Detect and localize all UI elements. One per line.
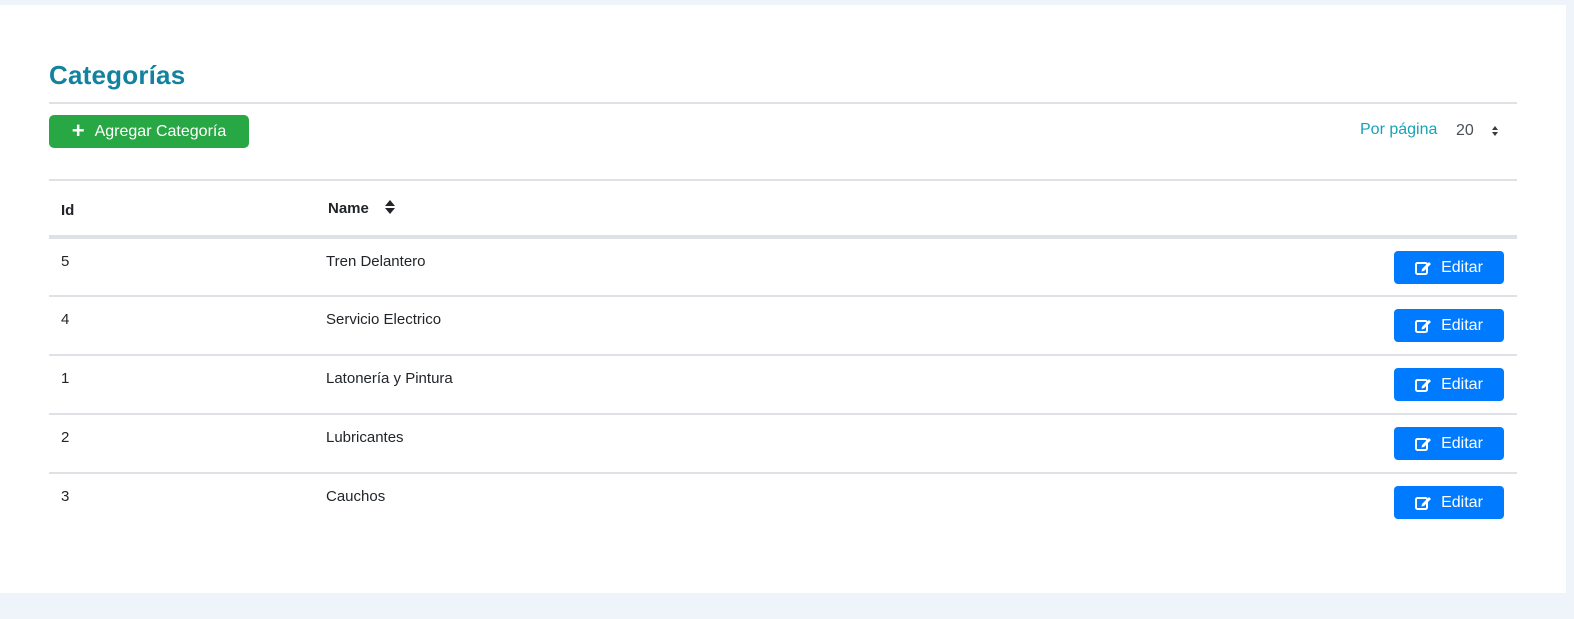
edit-button[interactable]: Editar	[1394, 251, 1504, 284]
edit-button[interactable]: Editar	[1394, 427, 1504, 460]
edit-icon	[1415, 377, 1432, 392]
table-row: 5 Tren Delantero Editar	[49, 237, 1517, 296]
edit-button[interactable]: Editar	[1394, 368, 1504, 401]
edit-icon	[1415, 318, 1432, 333]
per-page-value: 20	[1456, 122, 1474, 139]
row-name: Tren Delantero	[326, 253, 426, 270]
table-row: 1 Latonería y Pintura Editar	[49, 355, 1517, 414]
row-actions: Editar	[930, 237, 1517, 296]
edit-button[interactable]: Editar	[1394, 309, 1504, 342]
edit-label: Editar	[1441, 316, 1483, 334]
row-actions: Editar	[930, 473, 1517, 532]
plus-icon: +	[71, 117, 85, 143]
header-name-label: Name	[328, 199, 369, 217]
row-id: 3	[61, 488, 70, 505]
edit-label: Editar	[1441, 434, 1483, 452]
add-category-label: Agregar Categoría	[94, 122, 227, 140]
header-name-sortable[interactable]: Name	[326, 180, 930, 237]
edit-label: Editar	[1441, 258, 1483, 276]
per-page-select[interactable]: 20	[1448, 118, 1508, 144]
table-row: 2 Lubricantes Editar	[49, 414, 1517, 473]
table-row: 4 Servicio Electrico Editar	[49, 296, 1517, 355]
per-page-label: Por página	[1360, 121, 1438, 138]
row-name: Latonería y Pintura	[326, 370, 453, 387]
select-caret-icon	[1491, 126, 1498, 136]
table-header-row: Id Name	[49, 180, 1517, 237]
row-id: 1	[61, 370, 70, 387]
main-card: Categorías + Agregar Categoría Por págin…	[0, 5, 1566, 593]
page-title: Categorías	[49, 60, 186, 90]
row-id: 4	[61, 311, 70, 328]
row-name: Servicio Electrico	[326, 311, 442, 328]
edit-icon	[1415, 436, 1432, 451]
edit-icon	[1415, 260, 1432, 275]
add-category-button[interactable]: + Agregar Categoría	[49, 115, 249, 148]
title-divider	[49, 102, 1517, 104]
table-body: 5 Tren Delantero Editar 4 Servicio Elect…	[49, 237, 1517, 532]
edit-icon	[1415, 495, 1432, 510]
row-actions: Editar	[930, 296, 1517, 355]
row-name: Cauchos	[326, 488, 386, 505]
row-id: 5	[61, 253, 70, 270]
row-id: 2	[61, 429, 70, 446]
header-actions	[930, 180, 1517, 237]
header-id: Id	[61, 201, 75, 219]
row-actions: Editar	[930, 355, 1517, 414]
row-actions: Editar	[930, 414, 1517, 473]
table-row: 3 Cauchos Editar	[49, 473, 1517, 532]
edit-label: Editar	[1441, 375, 1483, 393]
categories-table: Id Name 5 Tren Delantero Editar 4 Servic…	[49, 179, 1517, 532]
edit-button[interactable]: Editar	[1394, 486, 1504, 519]
sort-icon	[385, 199, 396, 214]
row-name: Lubricantes	[326, 429, 404, 446]
edit-label: Editar	[1441, 493, 1483, 511]
